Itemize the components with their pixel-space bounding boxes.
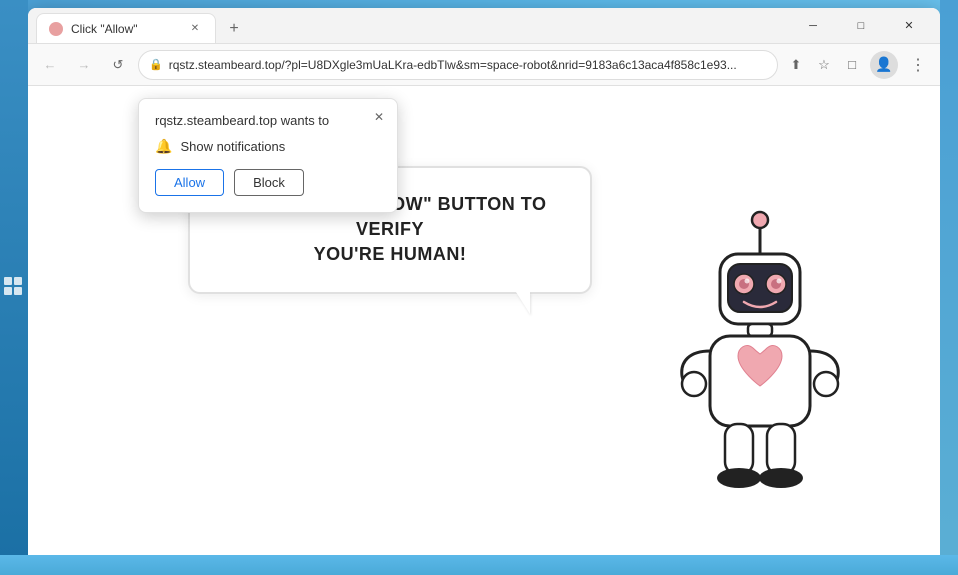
tab-area: Click "Allow" ✕ + xyxy=(36,8,782,43)
url-actions: ⬆ ☆ □ xyxy=(784,53,864,77)
win-left-decoration xyxy=(0,0,28,575)
robot-illustration xyxy=(660,206,860,531)
bookmark-button[interactable]: ☆ xyxy=(812,53,836,77)
tab-title: Click "Allow" xyxy=(71,22,179,36)
windows-logo xyxy=(4,277,26,299)
tab-close-button[interactable]: ✕ xyxy=(187,21,203,37)
popup-buttons: Allow Block xyxy=(155,169,381,196)
forward-button[interactable]: → xyxy=(70,51,98,79)
notification-popup: ✕ rqstz.steambeard.top wants to 🔔 Show n… xyxy=(138,98,398,213)
bell-icon: 🔔 xyxy=(155,138,172,155)
page-content: ✕ rqstz.steambeard.top wants to 🔔 Show n… xyxy=(28,86,940,555)
allow-button[interactable]: Allow xyxy=(155,169,224,196)
maximize-button[interactable]: □ xyxy=(838,10,884,42)
tab-favicon xyxy=(49,22,63,36)
close-button[interactable]: ✕ xyxy=(886,10,932,42)
popup-title: rqstz.steambeard.top wants to xyxy=(155,113,381,128)
share-button[interactable]: ⬆ xyxy=(784,53,808,77)
robot-svg xyxy=(660,206,860,526)
bubble-line2: YOU'RE HUMAN! xyxy=(314,244,467,264)
minimize-button[interactable]: ─ xyxy=(790,10,836,42)
url-text: rqstz.steambeard.top/?pl=U8DXgle3mUaLKra… xyxy=(169,58,767,72)
active-tab[interactable]: Click "Allow" ✕ xyxy=(36,13,216,43)
notification-label: Show notifications xyxy=(180,139,285,154)
browser-window: Click "Allow" ✕ + ─ □ ✕ ← → ↺ 🔒 rqstz.st… xyxy=(28,8,940,555)
refresh-button[interactable]: ↺ xyxy=(104,51,132,79)
window-controls: ─ □ ✕ xyxy=(790,10,932,42)
block-button[interactable]: Block xyxy=(234,169,304,196)
title-bar: Click "Allow" ✕ + ─ □ ✕ xyxy=(28,8,940,44)
extensions-button[interactable]: □ xyxy=(840,53,864,77)
browser-menu-button[interactable]: ⋮ xyxy=(904,51,932,79)
notification-row: 🔔 Show notifications xyxy=(155,138,381,155)
popup-close-button[interactable]: ✕ xyxy=(369,107,389,127)
lock-icon: 🔒 xyxy=(149,58,163,71)
win-right-decoration xyxy=(940,0,958,575)
address-bar: ← → ↺ 🔒 rqstz.steambeard.top/?pl=U8DXgle… xyxy=(28,44,940,86)
back-button[interactable]: ← xyxy=(36,51,64,79)
new-tab-button[interactable]: + xyxy=(220,15,248,43)
win-bottom-decoration xyxy=(0,555,958,575)
profile-button[interactable]: 👤 xyxy=(870,51,898,79)
url-bar[interactable]: 🔒 rqstz.steambeard.top/?pl=U8DXgle3mUaLK… xyxy=(138,50,778,80)
